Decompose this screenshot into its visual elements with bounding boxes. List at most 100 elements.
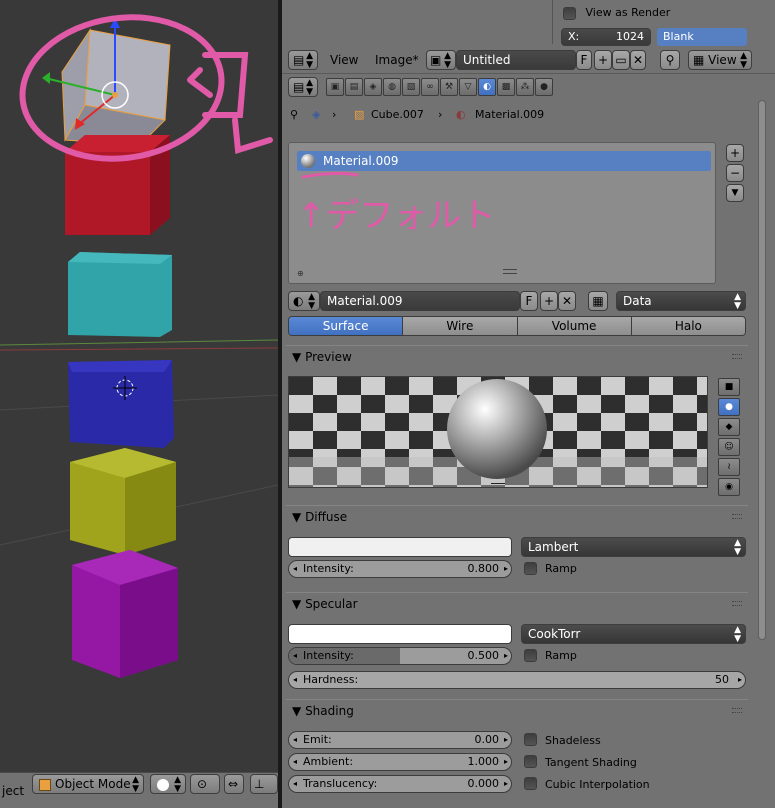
3d-viewport[interactable]: ject Object Mode ▲ ▼ ▲ ▼ ⊙ ⇔ ⊥: [0, 0, 278, 808]
drag-grip-icon[interactable]: [732, 708, 742, 713]
preview-cube-button[interactable]: ◆: [718, 418, 740, 436]
blank-generated-type[interactable]: Blank: [657, 28, 747, 46]
scene-tab-icon[interactable]: ◈: [364, 78, 382, 96]
preview-flat-button[interactable]: ■: [718, 378, 740, 396]
material-slot-list[interactable]: Material.009 ↑デフォルト ⊕: [288, 142, 716, 284]
transform-manipulator-toggle[interactable]: ⇔: [224, 774, 244, 794]
material-browse-dropdown[interactable]: ◐ ▲ ▼: [288, 291, 320, 311]
material-type-tabs: Surface Wire Volume Halo: [288, 316, 746, 336]
material-pin-button[interactable]: ▦: [588, 291, 608, 311]
translate-manipulator-button[interactable]: ⊥: [250, 774, 278, 794]
material-slot-selected[interactable]: Material.009: [297, 151, 711, 171]
new-material-button[interactable]: +: [540, 291, 558, 311]
preview-resize-grip-icon[interactable]: [491, 483, 505, 487]
teal-cube[interactable]: [68, 252, 172, 337]
diffuse-shader-dropdown[interactable]: Lambert ▲ ▼: [521, 537, 746, 557]
properties-scrollbar[interactable]: [758, 100, 766, 640]
annotation-default-note: ↑デフォルト: [297, 171, 496, 236]
view-mode-dropdown[interactable]: ▦ View ▲ ▼: [688, 50, 752, 70]
diffuse-intensity-slider[interactable]: ◂ Intensity: 0.800 ▸: [288, 560, 512, 578]
material-fake-user-button[interactable]: F: [520, 291, 538, 311]
world-tab-icon[interactable]: ◍: [383, 78, 401, 96]
specular-shader-dropdown[interactable]: CookTorr ▲ ▼: [521, 624, 746, 644]
horizon-line-green: [0, 339, 278, 346]
specular-panel-header[interactable]: ▼ Specular: [286, 592, 748, 614]
annotation-kore-re: [232, 117, 273, 154]
pin-icon[interactable]: ⚲: [290, 108, 298, 121]
unlink-material-button[interactable]: ✕: [558, 291, 576, 311]
preview-sky-button[interactable]: ◉: [718, 478, 740, 496]
preview-hair-button[interactable]: ≀: [718, 458, 740, 476]
material-name-field[interactable]: Material.009: [320, 291, 520, 311]
editor-type-dropdown[interactable]: ▤ ▲ ▼: [288, 50, 318, 70]
diffuse-color-swatch[interactable]: [288, 537, 512, 557]
diffuse-panel-header[interactable]: ▼ Diffuse: [286, 505, 748, 527]
preview-monkey-button[interactable]: ☺: [718, 438, 740, 456]
yellow-cube[interactable]: [70, 448, 176, 555]
emit-field[interactable]: ◂ Emit: 0.00 ▸: [288, 731, 512, 749]
remove-slot-button[interactable]: −: [726, 164, 744, 182]
tab-surface[interactable]: Surface: [289, 317, 404, 335]
minus-icon: −: [729, 166, 741, 180]
specular-color-swatch[interactable]: [288, 624, 512, 644]
mode-dropdown[interactable]: Object Mode ▲ ▼: [32, 774, 144, 794]
properties-editor-type-dropdown[interactable]: ▤ ▲ ▼: [288, 77, 318, 97]
image-browse-dropdown[interactable]: ▣ ▲ ▼: [426, 50, 456, 70]
render-tab-icon[interactable]: ▣: [326, 78, 344, 96]
object-tab-icon[interactable]: ▧: [402, 78, 420, 96]
chevron-left-icon: ◂: [293, 757, 298, 766]
pin-image-button[interactable]: ⚲: [660, 50, 680, 70]
particles-tab-icon[interactable]: ⁂: [516, 78, 534, 96]
material-icon: ◐: [293, 294, 304, 308]
render-layers-tab-icon[interactable]: ▤: [345, 78, 363, 96]
slot-specials-button[interactable]: ▼: [726, 184, 744, 202]
image-name-field[interactable]: Untitled: [456, 50, 576, 70]
cubic-interpolation-checkbox[interactable]: [524, 777, 537, 790]
ambient-field[interactable]: ◂ Ambient: 1.000 ▸: [288, 753, 512, 771]
open-image-button[interactable]: ▭: [612, 50, 630, 70]
blue-cube[interactable]: [68, 360, 174, 448]
translucency-field[interactable]: ◂ Translucency: 0.000 ▸: [288, 775, 512, 793]
material-tab-icon[interactable]: ◐: [478, 78, 496, 96]
view-menu[interactable]: View: [330, 53, 358, 67]
link-icon: ▦: [592, 294, 604, 308]
constraints-tab-icon[interactable]: ∞: [421, 78, 439, 96]
specular-hardness-field[interactable]: ◂ Hardness: 50 ▸: [288, 671, 746, 689]
material-link-dropdown[interactable]: Data ▲ ▼: [616, 291, 746, 311]
drag-grip-icon[interactable]: [732, 514, 742, 519]
unlink-image-button[interactable]: ✕: [630, 50, 646, 70]
tab-wire[interactable]: Wire: [403, 317, 518, 335]
viewport-shading-dropdown[interactable]: ▲ ▼: [150, 774, 186, 794]
image-icon: ▣: [430, 53, 442, 67]
texture-tab-icon[interactable]: ▩: [497, 78, 515, 96]
diffuse-ramp-checkbox[interactable]: [524, 562, 537, 575]
specular-intensity-slider[interactable]: ◂ Intensity: 0.500 ▸: [288, 647, 512, 665]
shadeless-checkbox[interactable]: [524, 733, 537, 746]
fake-user-button[interactable]: F: [576, 50, 592, 70]
view-as-render-checkbox[interactable]: [563, 6, 576, 20]
data-tab-icon[interactable]: ▽: [459, 78, 477, 96]
purple-cube[interactable]: [72, 550, 178, 678]
material-icon: ◐: [456, 108, 466, 121]
drag-grip-icon[interactable]: [732, 601, 742, 606]
tab-volume[interactable]: Volume: [517, 317, 632, 335]
x-resolution-field[interactable]: X: 1024: [561, 28, 651, 46]
drag-grip-icon[interactable]: [732, 354, 742, 359]
tangent-shading-checkbox[interactable]: [524, 755, 537, 768]
preview-panel-header[interactable]: ▼ Preview: [286, 345, 748, 367]
object-menu[interactable]: ject: [2, 784, 24, 798]
add-slot-button[interactable]: +: [726, 144, 744, 162]
specular-ramp-checkbox[interactable]: [524, 649, 537, 662]
cube-icon: ◆: [725, 422, 733, 432]
physics-tab-icon[interactable]: ●: [535, 78, 553, 96]
shading-panel-header[interactable]: ▼ Shading: [286, 699, 748, 721]
filter-icon[interactable]: ⊕: [297, 269, 304, 278]
image-menu[interactable]: Image*: [375, 53, 419, 67]
pivot-dropdown[interactable]: ⊙: [190, 774, 220, 794]
new-image-button[interactable]: +: [594, 50, 612, 70]
preview-sphere-button[interactable]: ●: [718, 398, 740, 416]
resize-grip-icon[interactable]: [503, 269, 517, 274]
modifiers-tab-icon[interactable]: ⚒: [440, 78, 458, 96]
svg-text:↑デフォルト: ↑デフォルト: [297, 196, 496, 236]
tab-halo[interactable]: Halo: [631, 317, 745, 335]
